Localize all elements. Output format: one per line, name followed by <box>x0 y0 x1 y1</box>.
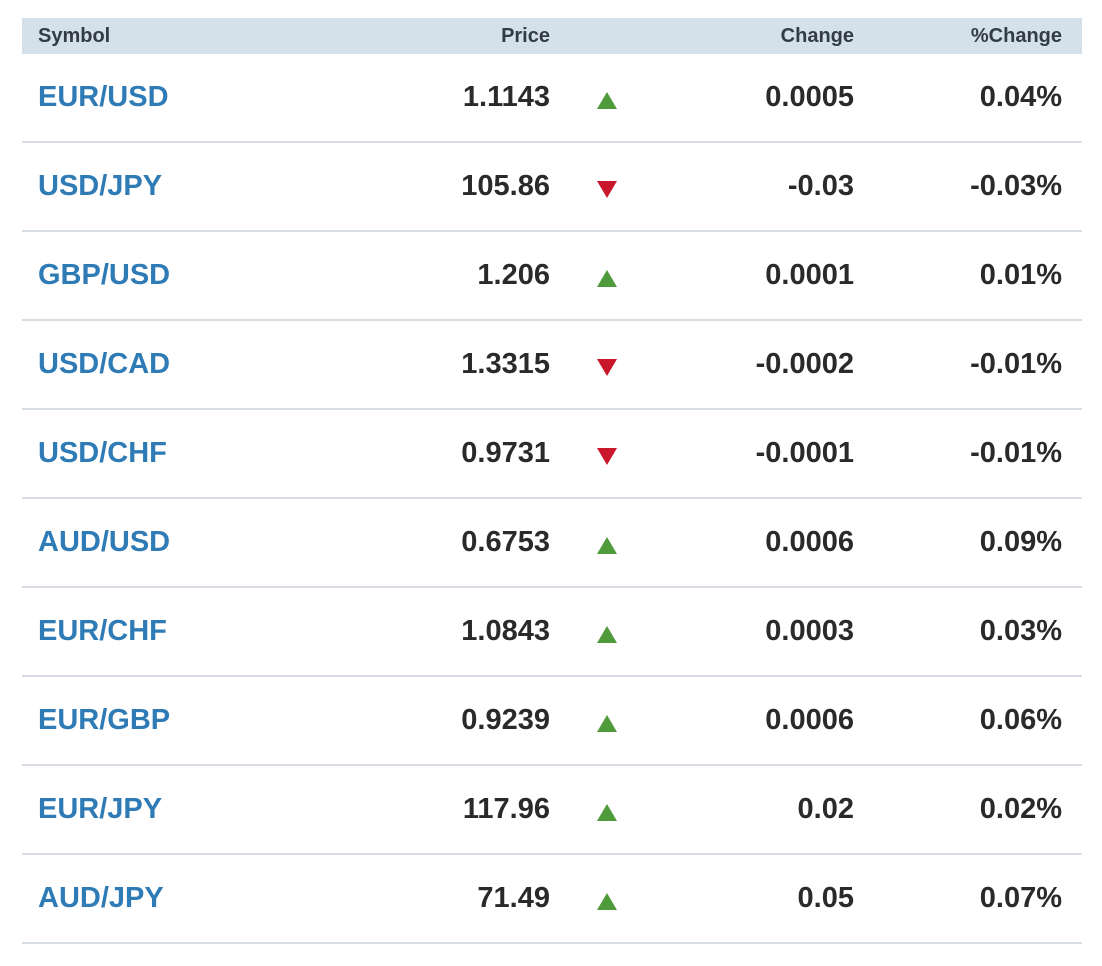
change-cell: 0.0006 <box>765 526 854 558</box>
up-arrow-icon <box>597 92 617 109</box>
change-cell: -0.0002 <box>755 348 854 380</box>
up-arrow-icon <box>597 804 617 821</box>
pct-change-cell: 0.07% <box>979 882 1062 914</box>
down-arrow-icon <box>597 448 617 465</box>
pct-change-cell: -0.03% <box>970 170 1062 202</box>
table-row: USD/CAD 1.3315 -0.0002 -0.01% <box>22 321 1082 410</box>
symbol-link[interactable]: USD/CAD <box>38 348 170 380</box>
pct-change-cell: 0.01% <box>979 259 1062 291</box>
symbol-link[interactable]: EUR/JPY <box>38 793 162 825</box>
change-cell: 0.0006 <box>765 704 854 736</box>
symbol-link[interactable]: EUR/GBP <box>38 704 170 736</box>
table-row: EUR/CHF 1.0843 0.0003 0.03% <box>22 588 1082 677</box>
symbol-link[interactable]: EUR/USD <box>38 81 169 113</box>
change-cell: 0.0003 <box>765 615 854 647</box>
pct-change-cell: -0.01% <box>970 348 1062 380</box>
change-cell: 0.05 <box>797 882 854 914</box>
header-change[interactable]: Change <box>650 25 854 48</box>
change-cell: -0.0001 <box>755 437 854 469</box>
pct-change-cell: 0.03% <box>979 615 1062 647</box>
change-cell: -0.03 <box>787 170 854 202</box>
price-cell: 71.49 <box>477 882 550 914</box>
price-cell: 105.86 <box>461 170 550 202</box>
pct-change-cell: 0.09% <box>979 526 1062 558</box>
table-row: USD/CHF 0.9731 -0.0001 -0.01% <box>22 410 1082 499</box>
symbol-link[interactable]: USD/CHF <box>38 437 167 469</box>
change-cell: 0.02 <box>797 793 854 825</box>
table-row: EUR/GBP 0.9239 0.0006 0.06% <box>22 677 1082 766</box>
change-cell: 0.0005 <box>765 81 854 113</box>
pct-change-cell: 0.02% <box>979 793 1062 825</box>
symbol-link[interactable]: USD/JPY <box>38 170 162 202</box>
up-arrow-icon <box>597 626 617 643</box>
currency-quotes-table: Symbol Price Change %Change EUR/USD 1.11… <box>22 18 1082 944</box>
price-cell: 1.206 <box>477 259 550 291</box>
header-price[interactable]: Price <box>342 25 550 48</box>
header-pct-change[interactable]: %Change <box>854 25 1062 48</box>
price-cell: 0.9239 <box>461 704 550 736</box>
symbol-link[interactable]: AUD/USD <box>38 526 170 558</box>
table-row: EUR/JPY 117.96 0.02 0.02% <box>22 766 1082 855</box>
down-arrow-icon <box>597 359 617 376</box>
table-row: GBP/USD 1.206 0.0001 0.01% <box>22 232 1082 321</box>
price-cell: 0.9731 <box>461 437 550 469</box>
down-arrow-icon <box>597 181 617 198</box>
symbol-link[interactable]: EUR/CHF <box>38 615 167 647</box>
table-row: AUD/USD 0.6753 0.0006 0.09% <box>22 499 1082 588</box>
up-arrow-icon <box>597 893 617 910</box>
price-cell: 1.0843 <box>461 615 550 647</box>
symbol-link[interactable]: AUD/JPY <box>38 882 164 914</box>
price-cell: 1.3315 <box>461 348 550 380</box>
pct-change-cell: 0.04% <box>979 81 1062 113</box>
up-arrow-icon <box>597 715 617 732</box>
price-cell: 1.1143 <box>462 81 550 113</box>
table-row: USD/JPY 105.86 -0.03 -0.03% <box>22 143 1082 232</box>
table-header: Symbol Price Change %Change <box>22 18 1082 54</box>
up-arrow-icon <box>597 270 617 287</box>
table-row: AUD/JPY 71.49 0.05 0.07% <box>22 855 1082 944</box>
up-arrow-icon <box>597 537 617 554</box>
header-symbol[interactable]: Symbol <box>22 25 342 48</box>
price-cell: 117.96 <box>462 793 550 825</box>
pct-change-cell: -0.01% <box>970 437 1062 469</box>
symbol-link[interactable]: GBP/USD <box>38 259 170 291</box>
price-cell: 0.6753 <box>461 526 550 558</box>
pct-change-cell: 0.06% <box>979 704 1062 736</box>
change-cell: 0.0001 <box>765 259 854 291</box>
table-row: EUR/USD 1.1143 0.0005 0.04% <box>22 54 1082 143</box>
